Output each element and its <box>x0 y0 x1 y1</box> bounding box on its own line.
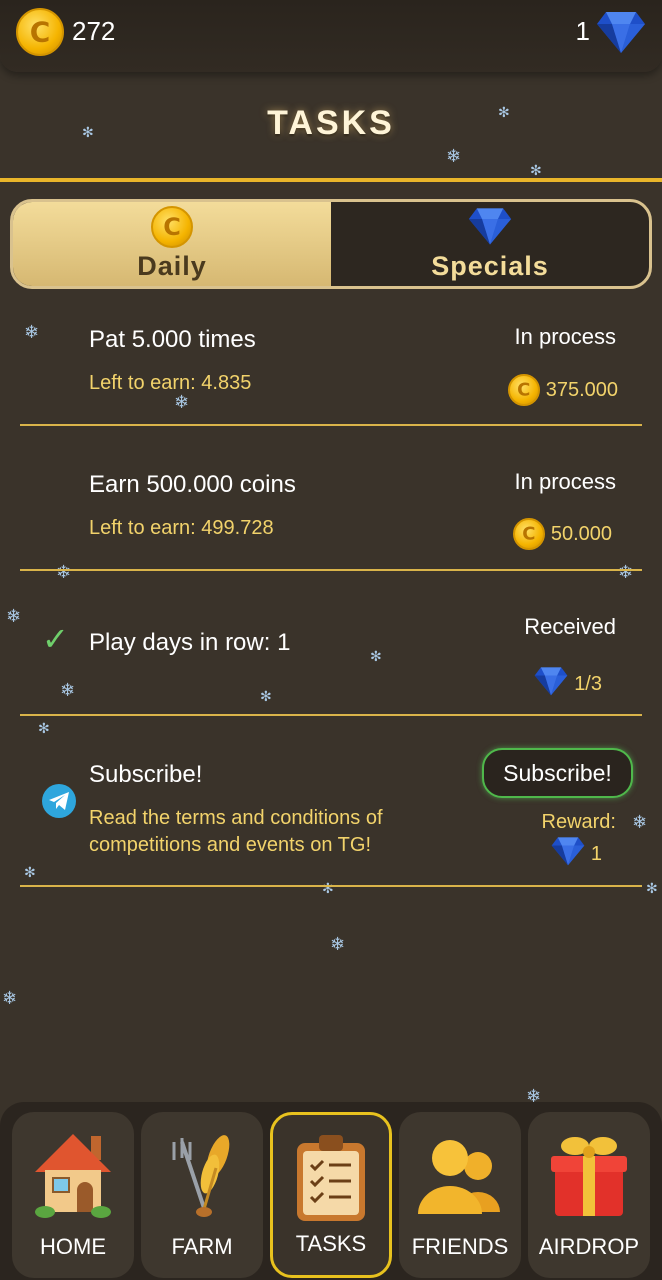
task-reward: 1/3 <box>534 666 602 702</box>
task-reward: 50.000 <box>512 518 612 550</box>
coin-icon <box>16 8 64 56</box>
coin-icon <box>151 206 193 248</box>
task-reward-value: 1 <box>590 842 602 865</box>
task-row: ✓ Play days in row: 1 Received 1/3 <box>0 610 662 716</box>
wheat-pitchfork-icon <box>160 1128 244 1225</box>
nav-farm[interactable]: FARM <box>141 1112 263 1278</box>
divider <box>20 569 642 571</box>
task-status: In process <box>514 324 617 349</box>
divider <box>20 424 642 426</box>
task-status: Received <box>524 614 616 639</box>
task-row: Earn 500.000 coins Left to earn: 499.728… <box>0 466 662 572</box>
tab-specials-label: Specials <box>431 251 549 281</box>
task-row: Subscribe! Read the terms and conditions… <box>0 748 662 886</box>
task-name: Subscribe! <box>89 761 203 788</box>
gem-icon <box>468 206 512 251</box>
reward-label: Reward: <box>541 811 616 833</box>
friends-icon <box>412 1128 508 1225</box>
coin-icon <box>507 374 540 406</box>
house-icon <box>31 1128 115 1225</box>
tab-daily[interactable]: Daily <box>13 202 331 286</box>
task-name: Earn 500.000 coins <box>89 471 296 498</box>
divider <box>20 885 642 887</box>
task-progress: Left to earn: 499.728 <box>89 517 274 539</box>
page-title: TASKS <box>267 104 395 142</box>
task-status: In process <box>514 469 617 494</box>
nav-airdrop[interactable]: AIRDROP <box>528 1112 650 1278</box>
nav-friends[interactable]: FRIENDS <box>399 1112 521 1278</box>
gem-icon <box>551 836 585 872</box>
clipboard-icon <box>291 1131 371 1228</box>
snowflake-icon: ❄ <box>2 988 18 1008</box>
gift-icon <box>547 1128 631 1225</box>
nav-tasks-label: TASKS <box>295 1231 367 1256</box>
task-tabs: Daily Specials <box>10 199 652 289</box>
gem-icon <box>534 666 568 702</box>
task-row: Pat 5.000 times Left to earn: 4.835 In p… <box>0 320 662 426</box>
coin-balance: 272 <box>72 16 116 46</box>
nav-airdrop-label: AIRDROP <box>538 1234 640 1259</box>
snowflake-icon: ✻ <box>530 162 542 178</box>
task-reward-value: 1/3 <box>574 672 602 695</box>
gem-icon <box>596 10 646 59</box>
tab-specials[interactable]: Specials <box>331 202 649 286</box>
snowflake-icon: ❄ <box>330 934 346 954</box>
snowflake-icon: ✻ <box>38 720 50 736</box>
telegram-icon <box>42 784 76 818</box>
snowflake-icon: ❄ <box>446 146 462 166</box>
bottom-nav: HOME FARM TASKS FRIENDS AIRDROP <box>0 1102 662 1280</box>
task-name: Play days in row: 1 <box>89 629 291 656</box>
check-icon: ✓ <box>42 621 69 657</box>
task-progress: Left to earn: 4.835 <box>89 372 252 394</box>
nav-tasks[interactable]: TASKS <box>270 1112 392 1278</box>
nav-home[interactable]: HOME <box>12 1112 134 1278</box>
task-name: Pat 5.000 times <box>89 326 256 353</box>
nav-farm-label: FARM <box>171 1234 233 1259</box>
task-reward-value: 50.000 <box>550 522 612 545</box>
nav-friends-label: FRIENDS <box>411 1234 509 1259</box>
subscribe-button[interactable]: Subscribe! <box>482 748 633 798</box>
nav-home-label: HOME <box>40 1234 106 1259</box>
title-underline <box>0 178 662 182</box>
tab-daily-label: Daily <box>137 251 207 281</box>
task-reward: 375.000 <box>507 374 618 406</box>
task-reward: 1 <box>551 836 602 872</box>
task-description: Read the terms and conditions of competi… <box>89 807 383 856</box>
top-bar: 272 1 <box>0 0 662 72</box>
coin-icon <box>512 518 545 550</box>
task-reward-value: 375.000 <box>545 378 618 401</box>
divider <box>20 714 642 716</box>
gem-balance: 1 <box>575 16 590 46</box>
